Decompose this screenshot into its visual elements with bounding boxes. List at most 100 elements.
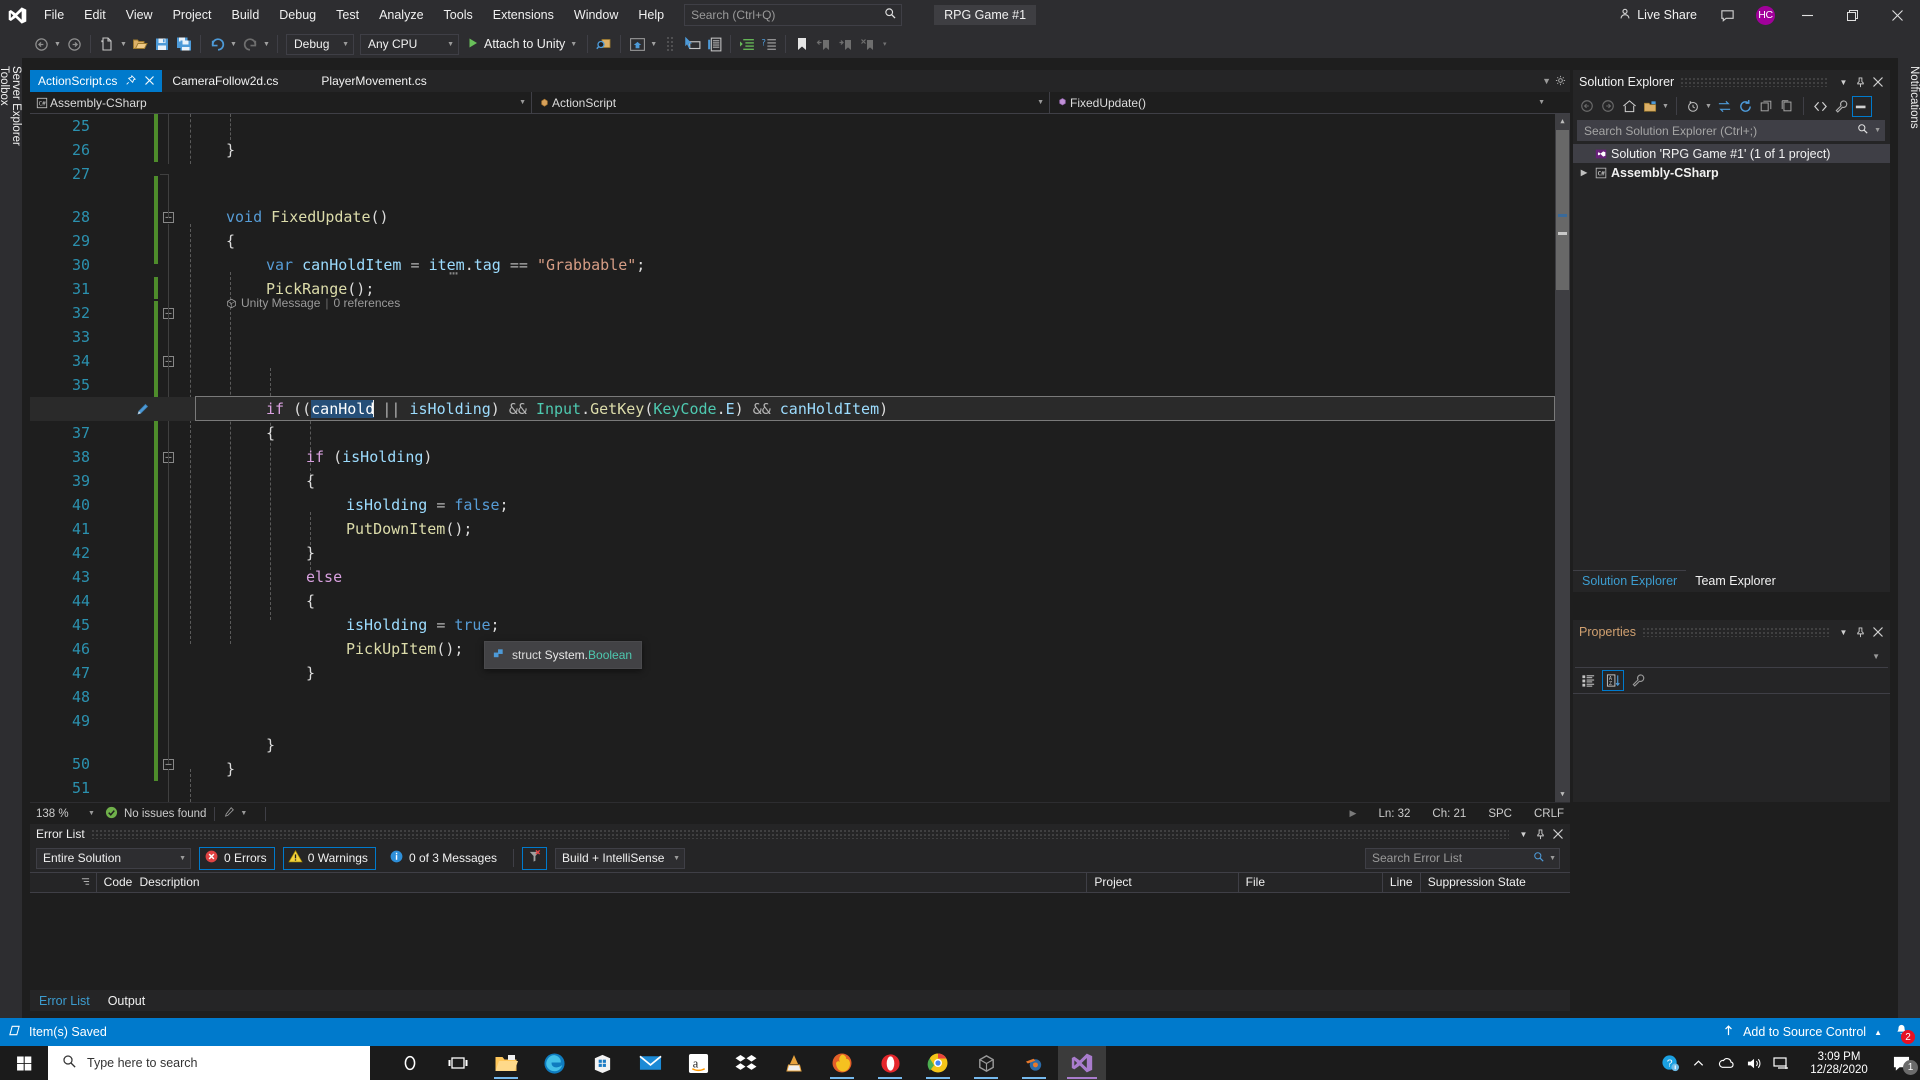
column-icon[interactable] [30,872,97,893]
chevron-down-icon[interactable]: ▼ [1835,622,1852,642]
tab-actionscript-cs[interactable]: ActionScript.cs [30,70,163,92]
rail-notifications[interactable]: Notifications [1908,66,1920,1004]
solution-platform-combo[interactable]: Any CPU ▼ [360,33,459,55]
live-share-button[interactable]: Live Share [1610,0,1705,30]
switch-views-icon[interactable] [1640,96,1660,117]
solution-explorer-search[interactable]: Search Solution Explorer (Ctrl+;) ▼ [1577,120,1885,141]
code-line-38[interactable]: } [306,541,315,565]
tree-node-solution[interactable]: Solution 'RPG Game #1' (1 of 1 project) [1573,144,1890,163]
network-icon[interactable] [1768,1046,1796,1080]
preview-selected-items-icon[interactable] [1852,95,1872,117]
scroll-down-arrow[interactable]: ▼ [1555,787,1570,802]
code-line-26[interactable]: } [226,138,235,162]
scrollbar-thumb[interactable] [1556,130,1569,290]
menu-extensions[interactable]: Extensions [483,0,564,30]
collapse-all-icon[interactable] [1756,96,1776,117]
find-in-files-icon[interactable] [593,33,615,55]
issues-status[interactable]: No issues found [105,806,206,822]
comment-icon[interactable]: ? [758,33,780,55]
code-editor[interactable]: 25 26 27 28 29 30 31 32 33 34 35 36 37 3… [30,114,1570,802]
redo-caret[interactable]: ▼ [261,33,272,55]
intellisense-caret-icon[interactable]: ▼ [240,810,247,817]
column-suppression-state[interactable]: Suppression State [1421,872,1570,893]
zoom-level[interactable]: 138 % [30,808,88,820]
visual-studio-icon[interactable] [1058,1046,1106,1080]
select-element-icon[interactable] [681,33,703,55]
intellisense-suggestion-dots[interactable]: ⋯ [449,264,459,282]
tree-node-project[interactable]: ▶ C# Assembly-CSharp [1573,163,1890,182]
menu-view[interactable]: View [116,0,163,30]
code-line-33[interactable]: { [266,421,275,445]
undo-icon[interactable] [206,33,228,55]
tab-error-list[interactable]: Error List [30,992,99,1011]
new-file-icon[interactable] [96,33,118,55]
column-project[interactable]: Project [1087,872,1239,893]
unity-icon[interactable] [962,1046,1010,1080]
code-line-32[interactable]: if ((canHold || isHolding) && Input.GetK… [266,397,888,421]
new-file-caret[interactable]: ▼ [118,33,129,55]
onedrive-icon[interactable] [1712,1046,1740,1080]
opera-icon[interactable] [866,1046,914,1080]
active-files-dropdown-icon[interactable]: ▼ [1542,76,1551,86]
column-line[interactable]: Line [1383,872,1421,893]
drag-handle[interactable] [1641,627,1829,637]
add-to-source-control-button[interactable]: Add to Source Control [1743,1025,1866,1039]
code-line-41[interactable]: isHolding = true; [346,613,500,637]
menu-file[interactable]: File [34,0,74,30]
taskbar-search-box[interactable]: Type here to search [48,1046,370,1080]
next-bookmark-icon[interactable] [835,33,857,55]
taskbar-clock[interactable]: 3:09 PM 12/28/2020 [1796,1050,1882,1077]
vlc-icon[interactable] [770,1046,818,1080]
navbar-type-dropdown[interactable]: ActionScript ▼ [532,91,1050,114]
tab-team-explorer[interactable]: Team Explorer [1686,571,1785,592]
microsoft-store-icon[interactable] [578,1046,626,1080]
navbar-project-dropdown[interactable]: C# Assembly-CSharp ▼ [30,91,532,114]
property-pages-icon[interactable] [1627,670,1649,691]
error-list-rows[interactable] [30,893,1570,990]
quick-launch-search[interactable]: Search (Ctrl+Q) [684,4,903,26]
menu-project[interactable]: Project [163,0,222,30]
redo-icon[interactable] [239,33,261,55]
menu-help[interactable]: Help [628,0,674,30]
clear-bookmarks-icon[interactable] [857,33,879,55]
send-feedback-button[interactable] [1705,0,1750,30]
spaces-indicator[interactable]: SPC [1488,808,1512,820]
maximize-restore-button[interactable] [1830,0,1875,30]
increase-indent-icon[interactable] [736,33,758,55]
errors-filter-button[interactable]: 0 Errors [199,846,275,870]
navigate-backward-icon[interactable] [30,33,52,55]
rail-server-explorer[interactable]: Server Explorer [10,66,22,1004]
notifications-button[interactable]: 2 [1890,1022,1915,1044]
save-icon[interactable] [151,33,173,55]
scroll-up-arrow[interactable]: ▲ [1555,114,1570,129]
code-line-40[interactable]: { [306,589,315,613]
close-icon[interactable] [1549,824,1566,844]
tab-options-icon[interactable] [1555,75,1566,88]
error-list-search[interactable]: Search Error List ▼ [1365,847,1560,869]
error-scope-combo[interactable]: Entire Solution ▼ [36,847,191,869]
column-file[interactable]: File [1239,872,1383,893]
properties-wrench-icon[interactable] [1831,96,1851,117]
layout-icon[interactable] [703,33,725,55]
menu-window[interactable]: Window [564,0,628,30]
mail-icon[interactable] [626,1046,674,1080]
close-icon[interactable] [1869,72,1886,92]
properties-object-selector[interactable]: ▼ [1575,646,1888,668]
file-explorer-icon[interactable] [482,1046,530,1080]
code-surface[interactable]: 25 26 27 28 29 30 31 32 33 34 35 36 37 3… [30,114,1555,802]
amazon-icon[interactable]: a [674,1046,722,1080]
previous-bookmark-icon[interactable] [813,33,835,55]
chevron-down-icon[interactable]: ▼ [1874,127,1881,134]
firefox-icon[interactable] [818,1046,866,1080]
minimize-button[interactable] [1785,0,1830,30]
code-line-37[interactable]: PutDownItem(); [346,517,472,541]
bookmark-icon[interactable] [791,33,813,55]
chevron-right-icon[interactable]: ▶ [1577,168,1591,177]
live-preview-icon[interactable] [626,33,648,55]
pin-icon[interactable] [1852,622,1869,642]
error-source-combo[interactable]: Build + IntelliSense ▼ [555,847,685,869]
chevron-down-icon[interactable]: ▼ [1835,72,1852,92]
live-preview-caret[interactable]: ▼ [648,33,659,55]
code-line-46[interactable]: } [266,733,275,757]
navigate-backward-caret[interactable]: ▼ [52,33,63,55]
